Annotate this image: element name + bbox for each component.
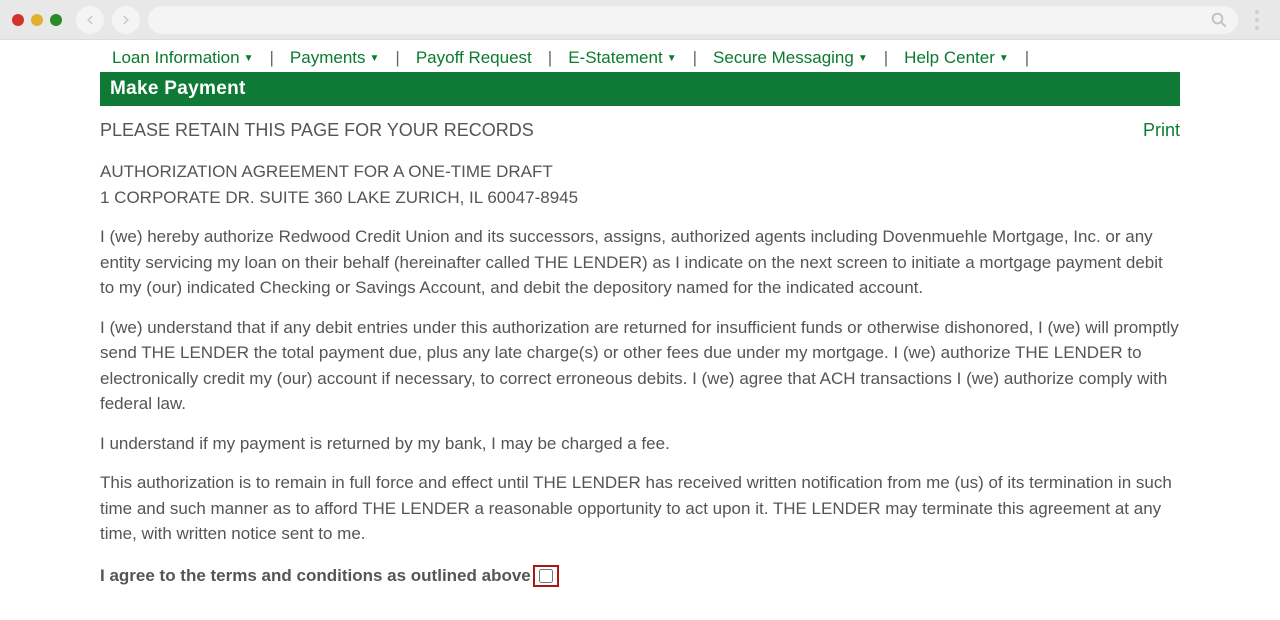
authorization-header-block: AUTHORIZATION AGREEMENT FOR A ONE-TIME D…: [100, 159, 1180, 210]
nav-separator: |: [546, 48, 554, 68]
url-bar[interactable]: [148, 6, 1238, 34]
page-viewport[interactable]: Loan Information ▼ | Payments ▼ | Payoff…: [0, 40, 1280, 620]
agreement-paragraph-4: This authorization is to remain in full …: [100, 470, 1180, 547]
nav-label: Payoff Request: [416, 48, 532, 68]
window-minimize-icon[interactable]: [31, 14, 43, 26]
nav-loan-information[interactable]: Loan Information ▼: [104, 48, 262, 68]
chevron-down-icon: ▼: [667, 53, 677, 64]
retain-notice: PLEASE RETAIN THIS PAGE FOR YOUR RECORDS: [100, 120, 534, 141]
banner-title: Make Payment: [110, 78, 246, 99]
agree-label: I agree to the terms and conditions as o…: [100, 566, 531, 586]
authorization-heading: AUTHORIZATION AGREEMENT FOR A ONE-TIME D…: [100, 159, 1180, 185]
main-nav: Loan Information ▼ | Payments ▼ | Payoff…: [100, 40, 1180, 72]
browser-forward-button[interactable]: [112, 6, 140, 34]
agreement-paragraph-2: I (we) understand that if any debit entr…: [100, 315, 1180, 417]
window-close-icon[interactable]: [12, 14, 24, 26]
chevron-down-icon: ▼: [244, 53, 254, 64]
nav-label: Payments: [290, 48, 366, 68]
nav-help-center[interactable]: Help Center ▼: [896, 48, 1017, 68]
browser-back-button[interactable]: [76, 6, 104, 34]
nav-separator: |: [882, 48, 890, 68]
print-link[interactable]: Print: [1143, 120, 1180, 141]
nav-payments[interactable]: Payments ▼: [282, 48, 388, 68]
agree-checkbox[interactable]: [539, 569, 553, 583]
chevron-down-icon: ▼: [370, 53, 380, 64]
window-controls: [12, 14, 62, 26]
chevron-down-icon: ▼: [858, 53, 868, 64]
nav-label: E-Statement: [568, 48, 663, 68]
nav-label: Loan Information: [112, 48, 240, 68]
nav-separator: |: [393, 48, 401, 68]
page-container: Loan Information ▼ | Payments ▼ | Payoff…: [100, 40, 1180, 620]
nav-separator: |: [268, 48, 276, 68]
agreement-paragraph-3: I understand if my payment is returned b…: [100, 431, 1180, 457]
agreement-paragraph-1: I (we) hereby authorize Redwood Credit U…: [100, 224, 1180, 301]
browser-chrome: [0, 0, 1280, 40]
nav-label: Secure Messaging: [713, 48, 854, 68]
nav-separator: |: [691, 48, 699, 68]
window-maximize-icon[interactable]: [50, 14, 62, 26]
nav-label: Help Center: [904, 48, 995, 68]
agree-checkbox-highlight: [533, 565, 559, 587]
nav-e-statement[interactable]: E-Statement ▼: [560, 48, 684, 68]
lender-address: 1 CORPORATE DR. SUITE 360 LAKE ZURICH, I…: [100, 185, 1180, 211]
page-banner: Make Payment: [100, 72, 1180, 106]
chevron-down-icon: ▼: [999, 53, 1009, 64]
nav-secure-messaging[interactable]: Secure Messaging ▼: [705, 48, 876, 68]
nav-payoff-request[interactable]: Payoff Request: [408, 48, 540, 68]
agree-row: I agree to the terms and conditions as o…: [100, 565, 1180, 587]
retain-row: PLEASE RETAIN THIS PAGE FOR YOUR RECORDS…: [100, 120, 1180, 141]
browser-menu-button[interactable]: [1246, 10, 1268, 30]
search-icon: [1210, 11, 1228, 29]
nav-separator: |: [1023, 48, 1031, 68]
